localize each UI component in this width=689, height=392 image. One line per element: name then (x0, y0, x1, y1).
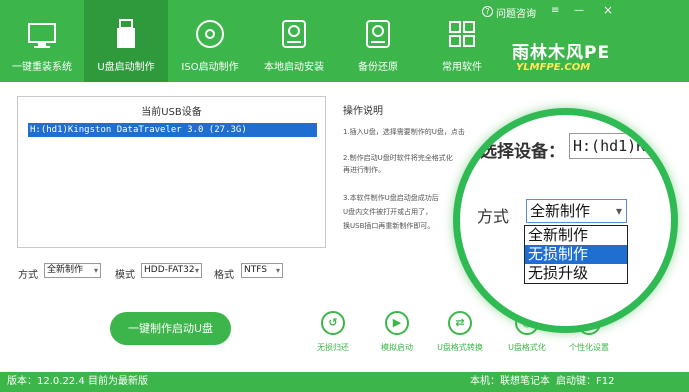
nav-label: 一键重装系统 (12, 62, 72, 73)
backup-disk-icon (366, 20, 390, 48)
hard-disk-icon (282, 20, 306, 48)
minimize-icon[interactable]: — (574, 5, 584, 16)
update-status-text: 目前为最新版 (88, 376, 148, 387)
magnified-mode-select[interactable]: 全新制作 ▾ (526, 199, 627, 223)
instruction-line: 1.插入U盘，选择需要制作的U盘，点击 (343, 128, 465, 136)
format-convert-icon: ⇄ (448, 311, 472, 335)
nav-backup-restore[interactable]: 备份还原 (336, 0, 420, 82)
chevron-down-icon: ▾ (194, 266, 199, 275)
tool-label: 个性化设置 (569, 343, 609, 352)
nav-label: 常用软件 (442, 62, 482, 73)
menu-icon[interactable]: ≡ (551, 5, 559, 16)
tool-label: 模拟启动 (381, 343, 413, 352)
top-toolbar: 一键重装系统 U盘启动制作 ISO启动制作 本地启动安装 备份还原 常用软件 ?… (0, 0, 689, 82)
boot-hotkey-text: 启动键：F12 (556, 376, 615, 387)
magnified-mode-value: 全新制作 (530, 202, 591, 220)
mode-select[interactable]: 全新制作 ▾ (44, 263, 101, 278)
restore-icon: ↺ (321, 311, 345, 335)
nav-usb-boot-make[interactable]: U盘启动制作 (84, 0, 168, 82)
brand-logo: 雨林木风PE (512, 43, 611, 63)
nav-label: ISO启动制作 (181, 62, 239, 73)
instruction-line: U盘内文件被打开或占用了， (343, 208, 433, 216)
chevron-down-icon: ▾ (275, 266, 280, 275)
monitor-icon (28, 23, 56, 48)
magnified-device-select: H:(hd1)Ki (569, 133, 671, 159)
pattern-select-value: HDD-FAT32 (144, 265, 195, 275)
usb-drive-icon (117, 19, 135, 48)
mode-label: 方式 (18, 270, 38, 281)
instruction-line: 换USB插口再重新制作即可。 (343, 222, 435, 230)
tool-restore[interactable]: ↺ 无损归还 (303, 311, 363, 353)
magnified-mode-label: 方式 (477, 207, 510, 226)
mode-option-lossless-upgrade[interactable]: 无损升级 (525, 264, 627, 283)
nav-iso-boot-make[interactable]: ISO启动制作 (168, 0, 252, 82)
nav-local-boot-install[interactable]: 本地启动安装 (252, 0, 336, 82)
nav-label: 备份还原 (358, 62, 398, 73)
version-text: 版本：12.0.22.4 (7, 376, 85, 387)
mode-option-new[interactable]: 全新制作 (525, 226, 627, 245)
disc-icon (196, 20, 224, 48)
status-bar: 版本：12.0.22.4 目前为最新版 本机：联想笔记本 启动键：F12 (0, 372, 689, 392)
format-label: 格式 (214, 270, 234, 281)
chevron-down-icon: ▾ (615, 204, 622, 218)
instruction-line: 再进行制作。 (343, 166, 385, 174)
mode-dropdown-list: 全新制作 无损制作 无损升级 (524, 225, 628, 284)
brand-logo-url: YLMFPE.COM (516, 62, 591, 73)
tool-simulate-boot[interactable]: ▶ 模拟启动 (367, 311, 427, 353)
machine-text: 本机：联想笔记本 (470, 376, 550, 387)
usb-device-row[interactable]: H:(hd1)Kingston DataTraveler 3.0 (27.3G) (28, 123, 317, 137)
simulate-boot-icon: ▶ (385, 311, 409, 335)
nav-label: 本地启动安装 (264, 62, 324, 73)
mode-select-value: 全新制作 (47, 265, 84, 275)
mode-option-lossless-make[interactable]: 无损制作 (525, 245, 627, 264)
pattern-select[interactable]: HDD-FAT32 ▾ (141, 263, 202, 278)
tool-label: U盘格式化 (508, 343, 546, 352)
pattern-label: 模式 (115, 270, 135, 281)
format-select-value: NTFS (244, 265, 267, 275)
magnifier-callout: 选择设备： H:(hd1)Ki 方式 全新制作 ▾ 全新制作 无损制作 无损升级 (453, 108, 678, 333)
tool-label: 无损归还 (317, 343, 349, 352)
help-consult-link[interactable]: 问题咨询 (496, 5, 536, 20)
make-boot-usb-button[interactable]: 一键制作启动U盘 (110, 312, 231, 345)
tool-format-convert[interactable]: ⇄ U盘格式转换 (430, 311, 490, 353)
help-icon[interactable]: ? (482, 6, 493, 17)
close-icon[interactable]: × (603, 3, 613, 17)
instructions-title: 操作说明 (343, 106, 383, 117)
nav-label: U盘启动制作 (97, 62, 155, 73)
device-panel-title: 当前USB设备 (141, 107, 202, 118)
nav-one-click-reinstall[interactable]: 一键重装系统 (0, 0, 84, 82)
tool-label: U盘格式转换 (437, 343, 483, 352)
instruction-line: 2.制作启动U盘时软件将完全格式化 (343, 154, 453, 162)
usb-device-panel: 当前USB设备 H:(hd1)Kingston DataTraveler 3.0… (17, 96, 326, 248)
format-select[interactable]: NTFS ▾ (241, 263, 283, 278)
instruction-line: 3.本软件制作U盘启动盘成功后 (343, 194, 439, 202)
apps-grid-icon (449, 21, 475, 47)
chevron-down-icon: ▾ (93, 266, 98, 275)
magnified-device-label: 选择设备： (480, 142, 565, 162)
